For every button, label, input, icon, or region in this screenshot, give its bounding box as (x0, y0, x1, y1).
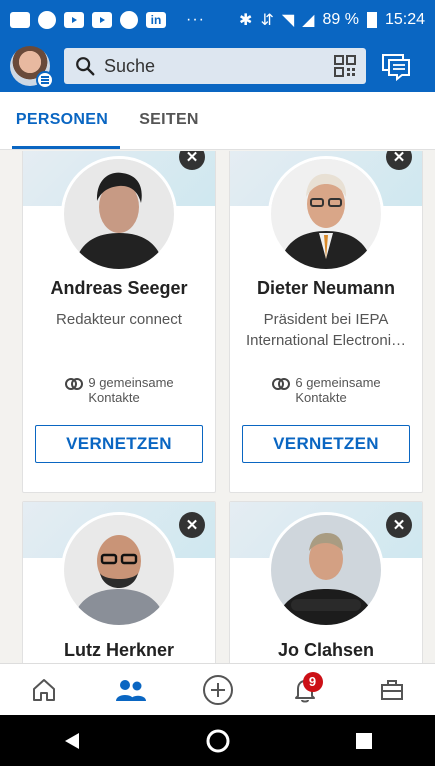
clock: 15:24 (384, 11, 425, 28)
vibrate-icon: ⇵ (260, 12, 274, 29)
person-name[interactable]: Lutz Herkner (23, 640, 215, 661)
person-card[interactable]: ✕ Lutz Herkner (22, 501, 216, 663)
search-icon (76, 57, 95, 76)
nav-jobs[interactable] (372, 670, 412, 710)
bluetooth-icon: ✱ (239, 12, 253, 29)
system-navigation-bar (0, 715, 435, 766)
home-button-icon[interactable] (205, 728, 231, 754)
tab-bar: PERSONEN SEITEN (0, 92, 435, 150)
person-name[interactable]: Dieter Neumann (230, 278, 422, 299)
mutual-count: 9 gemeinsame (88, 375, 174, 390)
add-post-icon (202, 674, 233, 705)
mutual-label: Kontakte (295, 390, 347, 405)
search-placeholder: Suche (104, 55, 156, 76)
mutual-connections-icon (65, 378, 84, 390)
nav-post[interactable] (198, 670, 238, 710)
youtube-icon (92, 12, 112, 28)
profile-photo[interactable] (61, 512, 177, 628)
status-bar: in ··· ✱ ⇵ ◥ ◢ 89 % 15:24 (0, 0, 435, 40)
youtube-icon (64, 12, 84, 28)
profile-avatar[interactable] (10, 46, 54, 89)
signal-icon: ◢ (302, 12, 315, 29)
battery-icon (366, 12, 377, 28)
search-bar[interactable]: Suche (64, 48, 366, 84)
nav-network[interactable] (111, 670, 151, 710)
mutual-count: 6 gemeinsame (295, 375, 381, 390)
battery-percent: 89 % (322, 11, 359, 28)
profile-photo[interactable] (268, 512, 384, 628)
linkedin-icon: in (146, 12, 166, 28)
wifi-icon: ◥ (281, 12, 295, 29)
more-notifications: ··· (186, 11, 205, 28)
qr-code-icon[interactable] (334, 55, 356, 77)
person-name[interactable]: Andreas Seeger (23, 278, 215, 299)
mutual-connections: 9 gemeinsame Kontakte (23, 375, 215, 405)
bottom-navigation: 9 (0, 663, 435, 715)
home-icon (32, 678, 55, 701)
profile-photo[interactable] (61, 156, 177, 272)
back-icon[interactable] (61, 730, 83, 752)
person-name[interactable]: Jo Clahsen (230, 640, 422, 661)
dismiss-close-icon[interactable]: ✕ (386, 512, 412, 538)
my-network-icon (115, 679, 146, 701)
recents-icon[interactable] (354, 731, 374, 751)
mutual-connections: 6 gemeinsame Kontakte (230, 375, 422, 405)
people-suggestions: ✕ Andreas Seeger Redakteur connect 9 gem… (0, 151, 435, 663)
person-card[interactable]: ✕ Dieter Neumann Präsident bei IEPA Inte… (229, 151, 423, 493)
nav-notifications[interactable]: 9 (285, 670, 325, 710)
dismiss-close-icon[interactable]: ✕ (179, 512, 205, 538)
briefcase-icon (380, 679, 403, 700)
connect-button[interactable]: VERNETZEN (35, 425, 203, 463)
tab-personen[interactable]: PERSONEN (0, 91, 124, 149)
mutual-label: Kontakte (88, 390, 140, 405)
person-headline: Präsident bei IEPA International Electro… (245, 311, 407, 349)
connect-button[interactable]: VERNETZEN (242, 425, 410, 463)
notification-app-icon (10, 12, 30, 28)
notification-app-icon (38, 11, 56, 29)
profile-photo[interactable] (268, 156, 384, 272)
nav-home[interactable] (24, 670, 64, 710)
whatsapp-icon (120, 11, 138, 29)
person-card[interactable]: ✕ Jo Clahsen (229, 501, 423, 663)
notification-count-badge: 9 (302, 671, 323, 692)
person-headline: Redakteur connect (56, 311, 182, 328)
tab-seiten[interactable]: SEITEN (124, 91, 214, 149)
app-bar: Suche (0, 40, 435, 92)
menu-badge-icon (36, 71, 54, 89)
messaging-icon[interactable] (380, 50, 412, 82)
person-card[interactable]: ✕ Andreas Seeger Redakteur connect 9 gem… (22, 151, 216, 493)
mutual-connections-icon (272, 378, 291, 390)
